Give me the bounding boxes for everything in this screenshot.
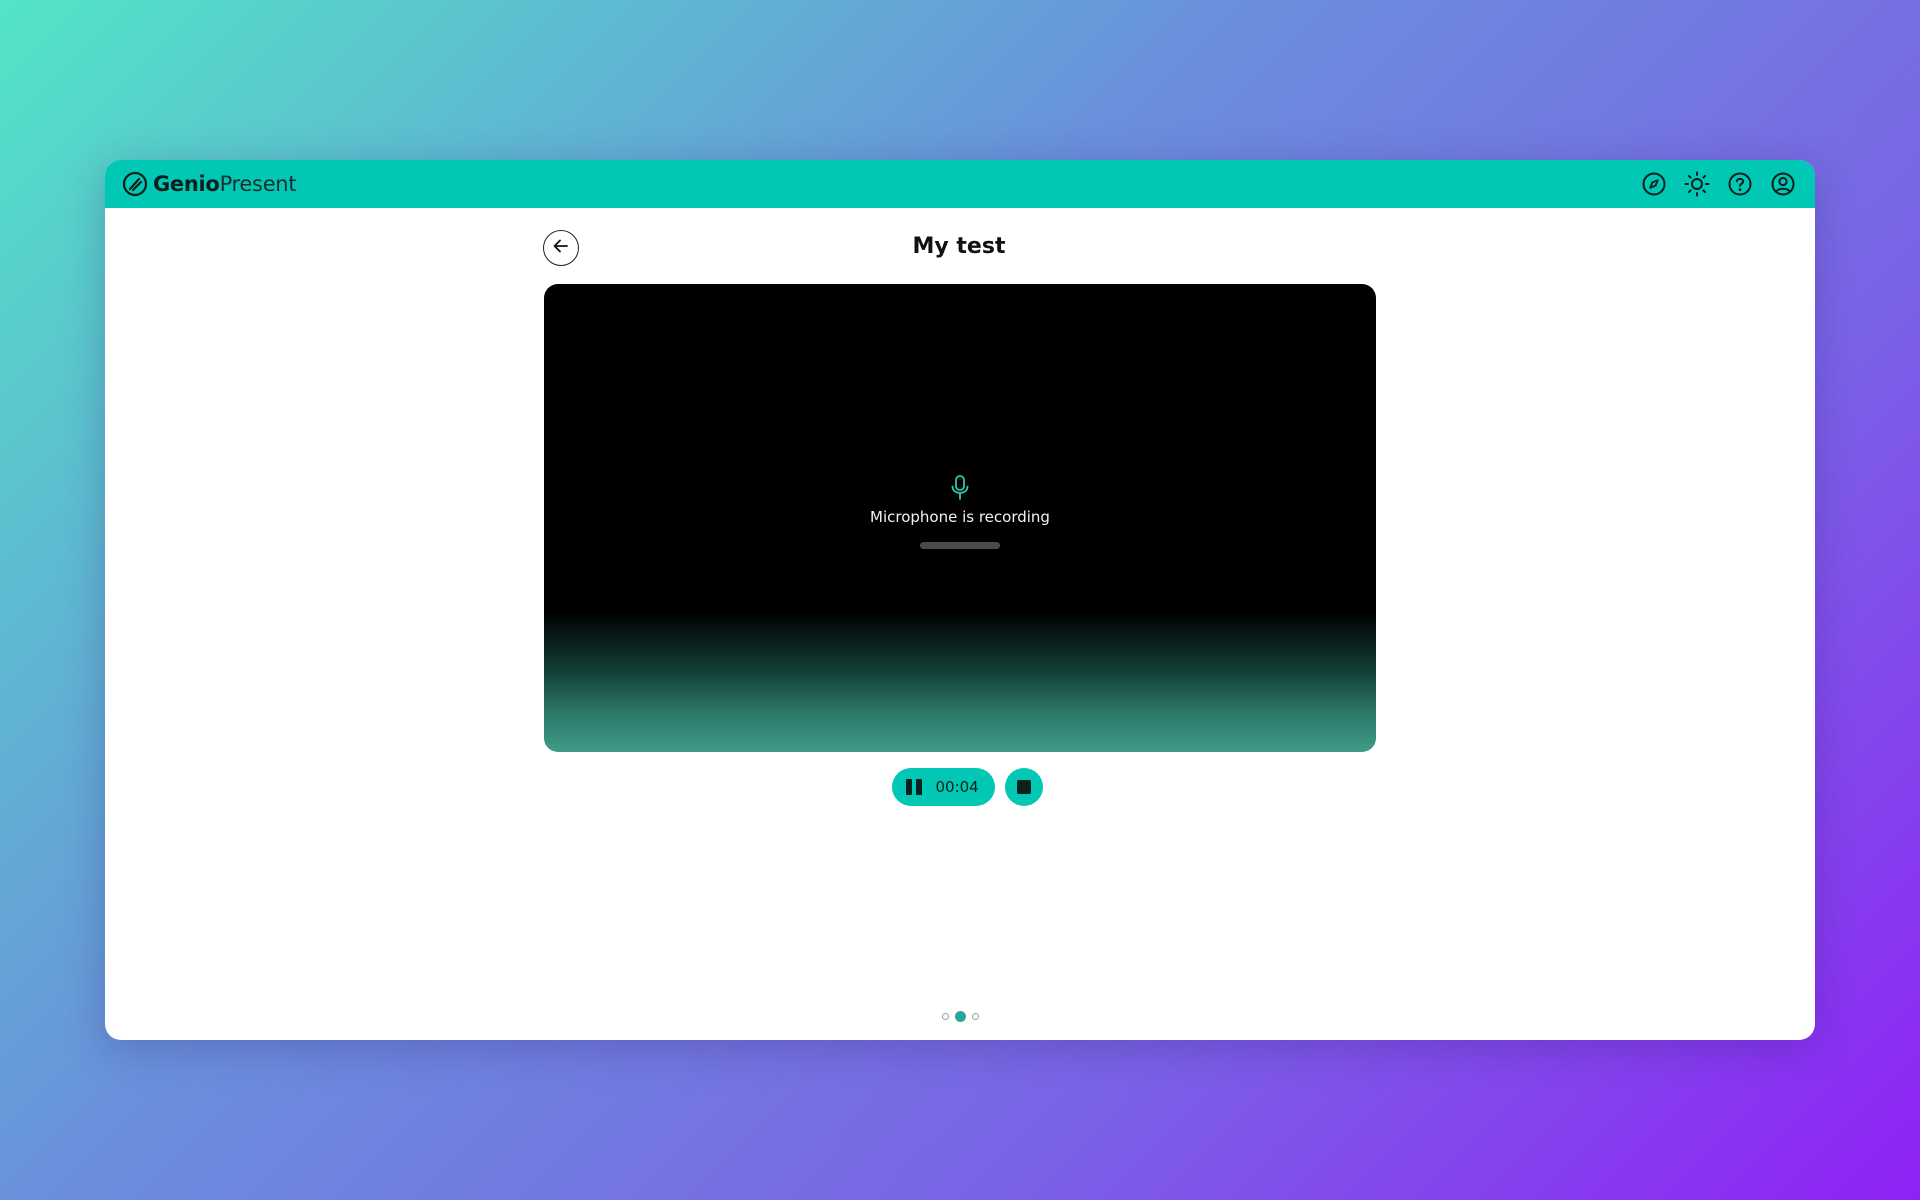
pause-button[interactable]: 00:04 [891,768,995,806]
stop-button[interactable] [1004,768,1043,806]
recording-indicator: Microphone is recording [544,474,1376,549]
brand-logo[interactable]: GenioPresent [121,170,297,198]
app-window: GenioPresent My test Microphone is recor… [105,160,1815,1040]
topbar-actions [1640,170,1797,198]
pause-bar-left [905,779,912,795]
stop-icon [1016,780,1031,794]
brand-mark-icon [121,170,149,198]
pagination-dots [105,1011,1815,1022]
pause-icon [905,779,922,795]
page-title: My test [912,234,1006,259]
recording-preview: Microphone is recording [544,284,1376,752]
back-button[interactable] [543,230,579,266]
arrow-left-icon [551,236,571,260]
page-header: My test [543,230,1375,268]
pagination-dot[interactable] [971,1013,979,1020]
brand-name: GenioPresent [153,172,297,196]
microphone-icon [948,474,972,502]
account-icon[interactable] [1769,170,1797,198]
help-icon[interactable] [1726,170,1754,198]
recording-status-text: Microphone is recording [870,508,1050,526]
pagination-dot[interactable] [954,1011,966,1022]
recording-timer: 00:04 [935,778,979,796]
main-content: My test Microphone is recording 00:04 [105,208,1815,1040]
pause-bar-right [915,779,922,795]
sun-icon[interactable] [1683,170,1711,198]
brand-name-light: Present [219,172,297,196]
compass-icon[interactable] [1640,170,1668,198]
recording-controls: 00:04 [105,768,1815,806]
brand-name-bold: Genio [153,172,220,196]
audio-level-meter [920,542,1000,549]
top-navigation-bar: GenioPresent [105,160,1815,208]
pagination-dot[interactable] [941,1013,949,1020]
